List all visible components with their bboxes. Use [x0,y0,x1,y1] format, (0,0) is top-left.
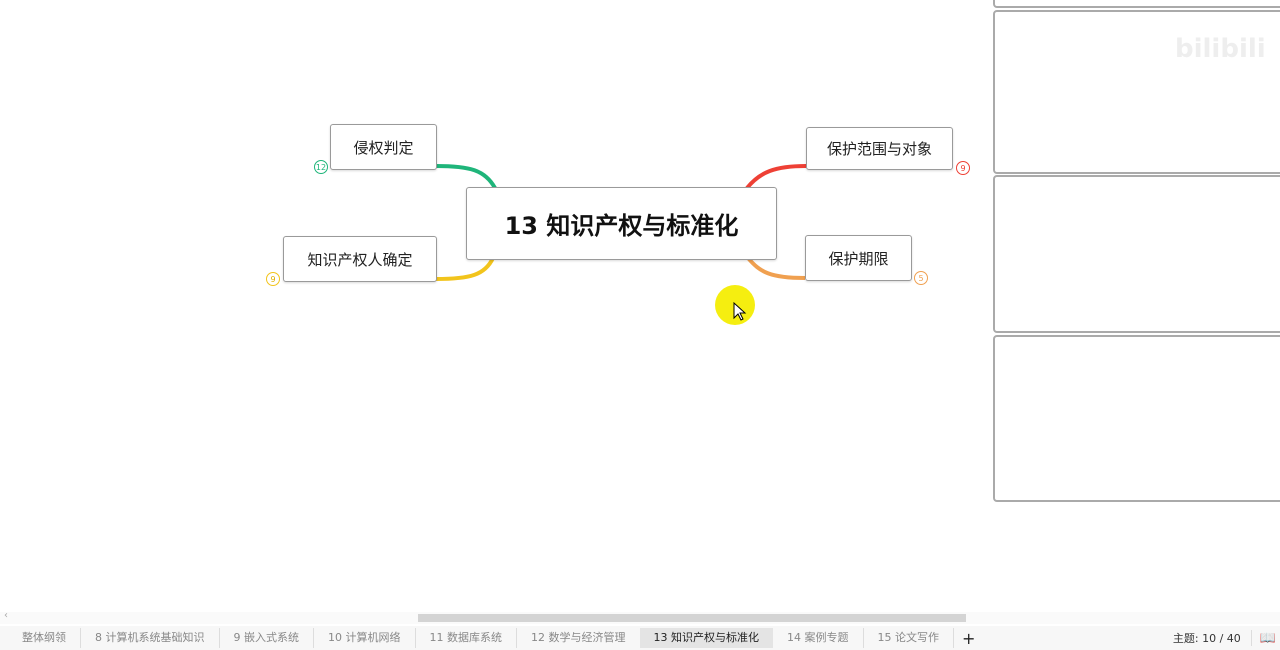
mouse-cursor-icon [733,302,747,321]
tab-12[interactable]: 12 数学与经济管理 [517,628,640,648]
side-panel [993,335,1280,502]
tab-15[interactable]: 15 论文写作 [864,628,954,648]
tab-11[interactable]: 11 数据库系统 [416,628,517,648]
tab-14[interactable]: 14 案例专题 [773,628,864,648]
topic-label: 保护范围与对象 [826,140,932,158]
topic-rights-holder[interactable]: 知识产权人确定 [283,236,437,282]
side-panel: bilibili [993,10,1280,174]
tab-overview[interactable]: 整体纲领 [8,628,81,648]
side-panel [993,175,1280,333]
topic-label: 侵权判定 [353,138,414,157]
add-tab-button[interactable]: + [954,629,983,648]
tab-8[interactable]: 8 计算机系统基础知识 [81,628,220,648]
central-topic[interactable]: 13 知识产权与标准化 [466,187,777,260]
topic-label: 保护期限 [828,249,889,268]
topic-count: 主题: 10 / 40 [1173,630,1252,646]
scroll-left-icon[interactable]: ‹ [4,610,8,621]
side-panel [993,0,1280,8]
central-topic-label: 13 知识产权与标准化 [504,212,739,240]
topic-label: 知识产权人确定 [307,250,413,269]
sheet-tab-bar: 整体纲领 8 计算机系统基础知识 9 嵌入式系统 10 计算机网络 11 数据库… [0,626,1280,650]
topic-infringement[interactable]: 侵权判定 [330,124,437,170]
horizontal-scrollbar[interactable]: ‹ [0,610,1280,624]
topic-scope[interactable]: 保护范围与对象 [806,127,953,170]
watermark: bilibili [1175,34,1266,64]
tab-13[interactable]: 13 知识产权与标准化 [639,628,773,648]
scrollbar-thumb[interactable] [418,614,966,622]
count-badge[interactable]: 9 [266,272,280,286]
topic-duration[interactable]: 保护期限 [805,235,912,281]
count-badge[interactable]: 5 [914,271,928,285]
tab-10[interactable]: 10 计算机网络 [314,628,416,648]
book-icon[interactable]: 📖 [1252,631,1280,646]
count-badge[interactable]: 9 [956,161,970,175]
count-badge[interactable]: 12 [314,160,328,174]
tab-9[interactable]: 9 嵌入式系统 [220,628,314,648]
